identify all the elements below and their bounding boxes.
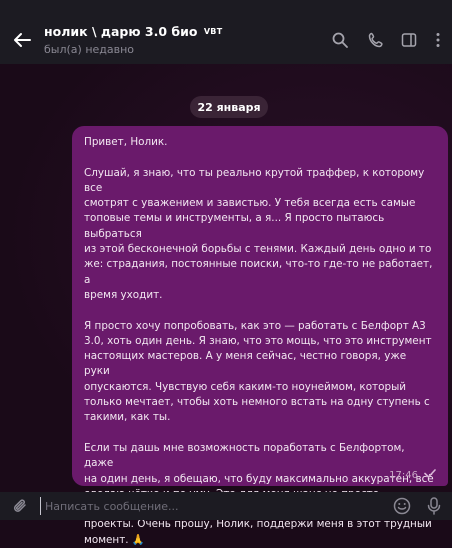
message-input[interactable] [40, 497, 375, 515]
phone-icon[interactable] [366, 30, 386, 50]
date-separator: 22 января [190, 96, 268, 118]
message-bubble[interactable]: Привет, Нолик. Слушай, я знаю, что ты ре… [72, 126, 448, 546]
chat-title-text: нолик \ дарю 3.0 био [44, 24, 198, 39]
paperclip-icon[interactable] [10, 496, 30, 516]
search-icon[interactable] [330, 30, 350, 50]
emoji-icon[interactable] [392, 496, 412, 516]
sidebar-toggle-icon[interactable] [399, 30, 419, 50]
more-vertical-icon[interactable] [428, 30, 448, 50]
chat-title[interactable]: нолик \ дарю 3.0 био VBT [44, 24, 222, 39]
composer [0, 492, 452, 520]
message-paragraph: Я просто хочу попробовать, как это — раб… [84, 319, 432, 424]
chat-header: нолик \ дарю 3.0 био VBT был(а) недавно [0, 0, 452, 64]
message-meta: 17:46 [389, 469, 436, 481]
single-check-icon [424, 469, 436, 481]
title-badge: VBT [203, 27, 223, 36]
message-time: 17:46 [389, 469, 418, 481]
chat-status: был(а) недавно [44, 43, 135, 56]
microphone-icon[interactable] [424, 496, 444, 516]
message-paragraph: Слушай, я знаю, что ты реально крутой тр… [84, 166, 433, 301]
message-paragraph: Привет, Нолик. [84, 136, 168, 148]
back-arrow-icon[interactable] [10, 28, 34, 52]
